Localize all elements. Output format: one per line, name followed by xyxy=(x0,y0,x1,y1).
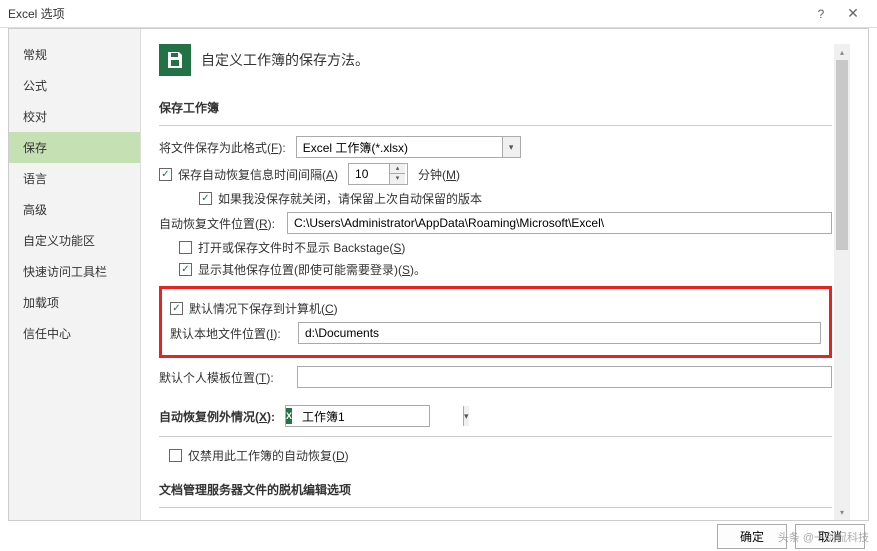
window-title: Excel 选项 xyxy=(8,5,805,22)
template-location-input[interactable] xyxy=(297,366,832,388)
close-button[interactable]: ✕ xyxy=(837,5,869,22)
sidebar-item-general[interactable]: 常规 xyxy=(9,39,140,70)
keep-last-row: ✓ 如果我没保存就关闭，请保留上次自动保留的版本 xyxy=(199,190,832,207)
spinner-down-icon[interactable]: ▾ xyxy=(390,174,405,184)
dialog-footer: 确定 取消 xyxy=(0,521,877,551)
scroll-down-icon[interactable]: ▾ xyxy=(834,504,850,520)
autorecover-location-label: 自动恢复文件位置(R): xyxy=(159,215,287,232)
page-header: 自定义工作簿的保存方法。 xyxy=(159,44,832,76)
template-location-label: 默认个人模板位置(T): xyxy=(159,369,297,386)
no-backstage-row: 打开或保存文件时不显示 Backstage(S) xyxy=(179,239,832,256)
disable-autorecover-row: 仅禁用此工作簿的自动恢复(D) xyxy=(169,447,832,464)
sidebar: 常规 公式 校对 保存 语言 高级 自定义功能区 快速访问工具栏 加载项 信任中… xyxy=(9,29,141,520)
show-other-locations-checkbox[interactable]: ✓ xyxy=(179,263,192,276)
excel-file-icon: X xyxy=(286,408,292,424)
autorecover-row: ✓ 保存自动恢复信息时间间隔(A) ▴▾ 分钟(M) xyxy=(159,163,832,185)
save-to-pc-checkbox[interactable]: ✓ xyxy=(170,302,183,315)
show-other-locations-label: 显示其他保存位置(即使可能需要登录)(S)。 xyxy=(198,261,426,278)
autorecover-minutes[interactable] xyxy=(349,164,389,184)
no-backstage-checkbox[interactable] xyxy=(179,241,192,254)
minutes-label: 分钟(M) xyxy=(418,166,460,183)
default-location-label: 默认本地文件位置(I): xyxy=(170,325,298,342)
autorecover-location-row: 自动恢复文件位置(R): xyxy=(159,212,832,234)
no-backstage-label: 打开或保存文件时不显示 Backstage(S) xyxy=(198,239,405,256)
ok-button[interactable]: 确定 xyxy=(717,524,787,549)
cancel-button[interactable]: 取消 xyxy=(795,524,865,549)
template-location-row: 默认个人模板位置(T): xyxy=(159,366,832,388)
sidebar-item-language[interactable]: 语言 xyxy=(9,163,140,194)
vertical-scrollbar[interactable]: ▴ ▾ xyxy=(834,44,850,520)
spinner-up-icon[interactable]: ▴ xyxy=(390,164,405,174)
content: 常规 公式 校对 保存 语言 高级 自定义功能区 快速访问工具栏 加载项 信任中… xyxy=(8,28,869,521)
scroll-thumb[interactable] xyxy=(836,60,848,250)
autorecover-location-input[interactable] xyxy=(287,212,832,234)
titlebar: Excel 选项 ? ✕ xyxy=(0,0,877,28)
default-location-input[interactable] xyxy=(298,322,821,344)
save-format-value[interactable] xyxy=(297,137,502,157)
chevron-down-icon[interactable]: ▾ xyxy=(502,137,520,157)
keep-last-checkbox[interactable]: ✓ xyxy=(199,192,212,205)
main-panel: 自定义工作簿的保存方法。 保存工作簿 将文件保存为此格式(F): ▾ ✓ 保存自… xyxy=(141,29,868,520)
save-icon xyxy=(159,44,191,76)
chevron-down-icon[interactable]: ▾ xyxy=(463,406,469,426)
workbook-combo[interactable]: X ▾ xyxy=(285,405,430,427)
section-save-workbook: 保存工作簿 xyxy=(159,94,832,121)
autorecover-exceptions-label: 自动恢复例外情况(X): xyxy=(159,408,275,425)
highlighted-default-save-box: ✓ 默认情况下保存到计算机(C) 默认本地文件位置(I): xyxy=(159,286,832,358)
sidebar-item-customize-ribbon[interactable]: 自定义功能区 xyxy=(9,225,140,256)
divider xyxy=(159,436,832,437)
disable-autorecover-checkbox[interactable] xyxy=(169,449,182,462)
section-autorecover-exceptions: 自动恢复例外情况(X): X ▾ xyxy=(159,400,832,432)
divider xyxy=(159,507,832,508)
page-title: 自定义工作簿的保存方法。 xyxy=(201,50,369,70)
section-offline-editing: 文档管理服务器文件的脱机编辑选项 xyxy=(159,476,832,503)
sidebar-item-addins[interactable]: 加载项 xyxy=(9,287,140,318)
keep-last-label: 如果我没保存就关闭，请保留上次自动保留的版本 xyxy=(218,190,482,207)
scroll-up-icon[interactable]: ▴ xyxy=(834,44,850,60)
save-format-row: 将文件保存为此格式(F): ▾ xyxy=(159,136,832,158)
sidebar-item-save[interactable]: 保存 xyxy=(9,132,140,163)
sidebar-item-proofing[interactable]: 校对 xyxy=(9,101,140,132)
workbook-combo-value[interactable] xyxy=(296,406,463,426)
autorecover-checkbox[interactable]: ✓ xyxy=(159,168,172,181)
save-format-label: 将文件保存为此格式(F): xyxy=(159,139,286,156)
sidebar-item-formulas[interactable]: 公式 xyxy=(9,70,140,101)
default-location-row: 默认本地文件位置(I): xyxy=(170,322,821,344)
disable-autorecover-label: 仅禁用此工作簿的自动恢复(D) xyxy=(188,447,349,464)
sidebar-item-trust-center[interactable]: 信任中心 xyxy=(9,318,140,349)
save-to-pc-label: 默认情况下保存到计算机(C) xyxy=(189,300,338,317)
sidebar-item-quick-access[interactable]: 快速访问工具栏 xyxy=(9,256,140,287)
save-format-combo[interactable]: ▾ xyxy=(296,136,521,158)
sidebar-item-advanced[interactable]: 高级 xyxy=(9,194,140,225)
divider xyxy=(159,125,832,126)
show-other-locations-row: ✓ 显示其他保存位置(即使可能需要登录)(S)。 xyxy=(179,261,832,278)
autorecover-minutes-spinner[interactable]: ▴▾ xyxy=(348,163,408,185)
autorecover-label: 保存自动恢复信息时间间隔(A) xyxy=(178,166,338,183)
help-button[interactable]: ? xyxy=(805,7,837,21)
save-to-pc-row: ✓ 默认情况下保存到计算机(C) xyxy=(170,300,821,317)
